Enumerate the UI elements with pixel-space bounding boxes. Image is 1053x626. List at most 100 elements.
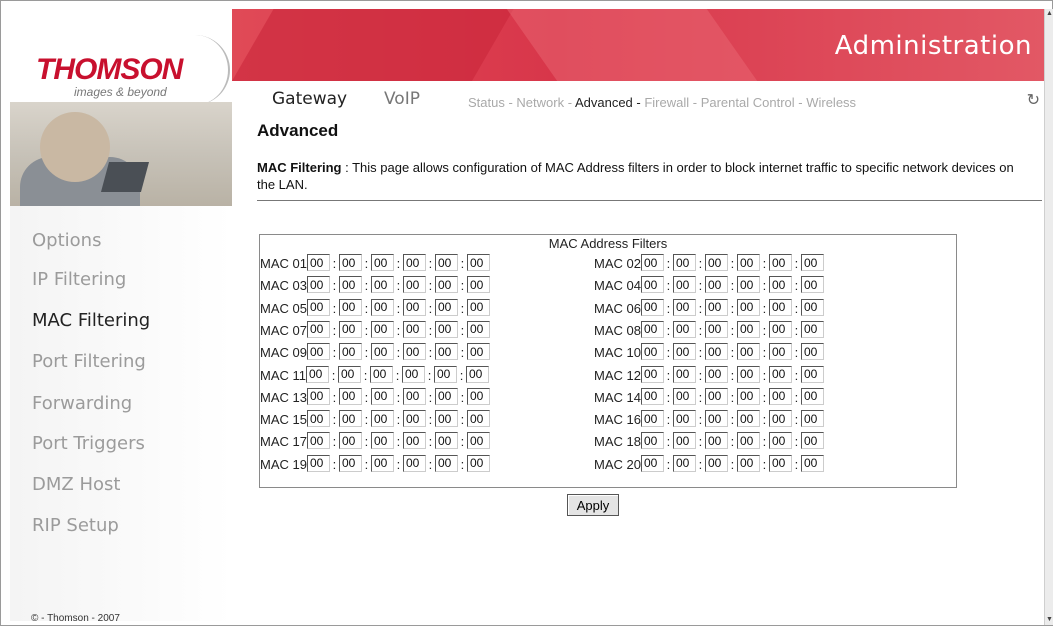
mac-octet-input[interactable]: [768, 298, 792, 316]
mac-octet-input[interactable]: [402, 454, 426, 472]
mac-octet-input[interactable]: [736, 387, 760, 405]
mac-octet-input[interactable]: [402, 298, 426, 316]
sidebar-item-dmz-host[interactable]: DMZ Host: [32, 474, 120, 495]
mac-octet-input[interactable]: [640, 387, 664, 405]
sidebar-item-ip-filtering[interactable]: IP Filtering: [32, 269, 126, 290]
mac-octet-input[interactable]: [370, 454, 394, 472]
subnav-status[interactable]: Status: [468, 95, 505, 110]
mac-octet-input[interactable]: [434, 365, 457, 383]
mac-octet-input[interactable]: [672, 298, 696, 316]
mac-octet-input[interactable]: [466, 343, 490, 361]
tab-voip[interactable]: VoIP: [384, 89, 420, 109]
mac-octet-input[interactable]: [736, 410, 760, 428]
mac-octet-input[interactable]: [800, 298, 824, 316]
sidebar-item-port-filtering[interactable]: Port Filtering: [32, 351, 146, 372]
mac-octet-input[interactable]: [768, 387, 792, 405]
mac-octet-input[interactable]: [672, 410, 696, 428]
mac-octet-input[interactable]: [672, 365, 696, 383]
mac-octet-input[interactable]: [402, 365, 425, 383]
mac-octet-input[interactable]: [768, 454, 792, 472]
mac-octet-input[interactable]: [338, 365, 361, 383]
mac-octet-input[interactable]: [800, 343, 824, 361]
mac-octet-input[interactable]: [466, 254, 490, 271]
mac-octet-input[interactable]: [370, 410, 394, 428]
mac-octet-input[interactable]: [338, 432, 362, 450]
mac-octet-input[interactable]: [640, 410, 664, 428]
mac-octet-input[interactable]: [306, 410, 330, 428]
mac-octet-input[interactable]: [768, 432, 792, 450]
subnav-network[interactable]: Network: [516, 95, 564, 110]
mac-octet-input[interactable]: [466, 454, 490, 472]
mac-octet-input[interactable]: [306, 276, 330, 294]
mac-octet-input[interactable]: [640, 298, 664, 316]
mac-octet-input[interactable]: [768, 320, 792, 338]
mac-octet-input[interactable]: [434, 276, 458, 294]
mac-octet-input[interactable]: [466, 320, 490, 338]
vertical-scrollbar[interactable]: ▲ ▼: [1044, 9, 1053, 625]
mac-octet-input[interactable]: [370, 254, 394, 271]
mac-octet-input[interactable]: [640, 254, 664, 271]
mac-octet-input[interactable]: [704, 254, 728, 271]
mac-octet-input[interactable]: [640, 276, 664, 294]
subnav-wireless[interactable]: Wireless: [806, 95, 856, 110]
mac-octet-input[interactable]: [800, 320, 824, 338]
mac-octet-input[interactable]: [672, 432, 696, 450]
mac-octet-input[interactable]: [640, 343, 664, 361]
mac-octet-input[interactable]: [370, 432, 394, 450]
mac-octet-input[interactable]: [704, 410, 728, 428]
sidebar-item-options[interactable]: Options: [32, 230, 101, 251]
scroll-up-arrow-icon[interactable]: ▲: [1045, 9, 1053, 19]
mac-octet-input[interactable]: [370, 387, 394, 405]
mac-octet-input[interactable]: [370, 365, 393, 383]
mac-octet-input[interactable]: [402, 254, 426, 271]
mac-octet-input[interactable]: [466, 387, 490, 405]
mac-octet-input[interactable]: [736, 454, 760, 472]
mac-octet-input[interactable]: [640, 432, 664, 450]
mac-octet-input[interactable]: [306, 432, 330, 450]
mac-octet-input[interactable]: [338, 320, 362, 338]
mac-octet-input[interactable]: [466, 298, 490, 316]
sidebar-item-rip-setup[interactable]: RIP Setup: [32, 515, 119, 536]
mac-octet-input[interactable]: [704, 365, 728, 383]
mac-octet-input[interactable]: [704, 432, 728, 450]
mac-octet-input[interactable]: [434, 454, 458, 472]
mac-octet-input[interactable]: [338, 454, 362, 472]
mac-octet-input[interactable]: [672, 320, 696, 338]
mac-octet-input[interactable]: [800, 454, 824, 472]
mac-octet-input[interactable]: [338, 343, 362, 361]
mac-octet-input[interactable]: [800, 387, 824, 405]
apply-button[interactable]: Apply: [567, 494, 619, 516]
mac-octet-input[interactable]: [402, 410, 426, 428]
mac-octet-input[interactable]: [370, 276, 394, 294]
mac-octet-input[interactable]: [338, 298, 362, 316]
mac-octet-input[interactable]: [306, 387, 330, 405]
scroll-down-arrow-icon[interactable]: ▼: [1045, 615, 1053, 625]
mac-octet-input[interactable]: [306, 343, 330, 361]
mac-octet-input[interactable]: [672, 276, 696, 294]
mac-octet-input[interactable]: [800, 254, 824, 271]
mac-octet-input[interactable]: [370, 343, 394, 361]
mac-octet-input[interactable]: [402, 343, 426, 361]
mac-octet-input[interactable]: [466, 432, 490, 450]
mac-octet-input[interactable]: [672, 343, 696, 361]
mac-octet-input[interactable]: [768, 365, 792, 383]
mac-octet-input[interactable]: [736, 254, 760, 271]
mac-octet-input[interactable]: [338, 276, 362, 294]
mac-octet-input[interactable]: [434, 320, 458, 338]
sidebar-item-forwarding[interactable]: Forwarding: [32, 393, 132, 414]
subnav-advanced[interactable]: Advanced: [575, 95, 633, 110]
mac-octet-input[interactable]: [736, 276, 760, 294]
mac-octet-input[interactable]: [434, 432, 458, 450]
mac-octet-input[interactable]: [338, 387, 362, 405]
mac-octet-input[interactable]: [768, 276, 792, 294]
mac-octet-input[interactable]: [466, 365, 489, 383]
mac-octet-input[interactable]: [704, 454, 728, 472]
mac-octet-input[interactable]: [640, 454, 664, 472]
mac-octet-input[interactable]: [704, 320, 728, 338]
subnav-firewall[interactable]: Firewall: [644, 95, 689, 110]
mac-octet-input[interactable]: [800, 432, 824, 450]
mac-octet-input[interactable]: [704, 387, 728, 405]
mac-octet-input[interactable]: [338, 254, 362, 271]
mac-octet-input[interactable]: [704, 298, 728, 316]
mac-octet-input[interactable]: [466, 410, 490, 428]
